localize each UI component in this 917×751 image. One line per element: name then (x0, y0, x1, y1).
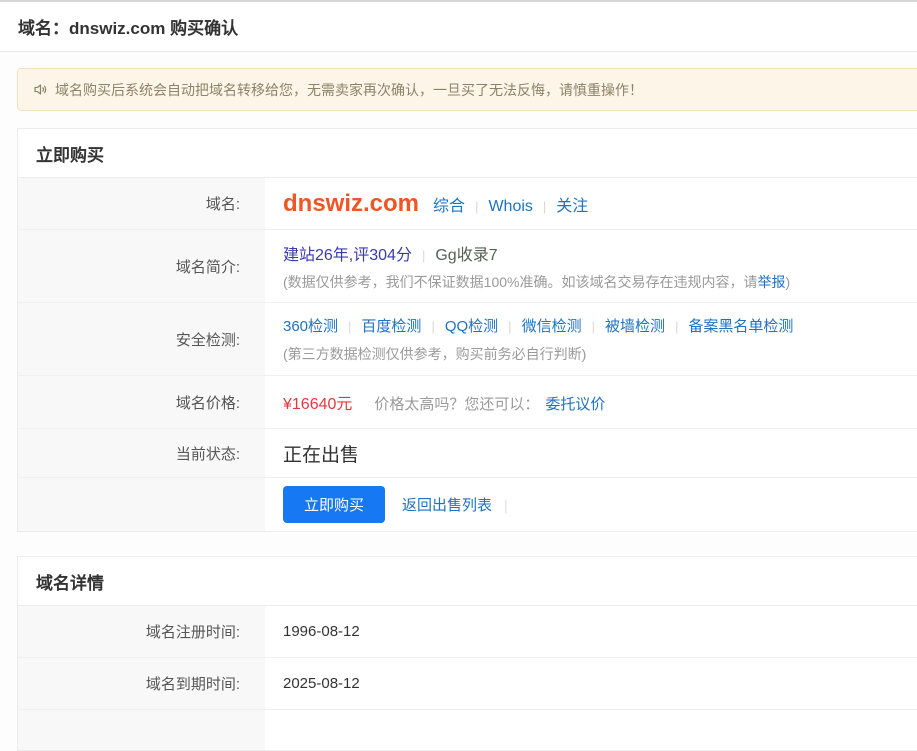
registration-date-cell: 1996-08-12 (265, 606, 917, 657)
security-links: 360检测 | 百度检测 | QQ检测 | 微信检测 | 被墙检测 | 备案黑名单检测 (283, 315, 917, 336)
divider: | (675, 319, 678, 334)
site-age-link[interactable]: 建站26年,评304分 (283, 241, 412, 265)
back-to-list-link[interactable]: 返回出售列表 (402, 494, 492, 515)
divider: | (431, 319, 434, 334)
security-link-2[interactable]: QQ检测 (445, 315, 498, 336)
domain-link-1[interactable]: Whois (488, 198, 532, 216)
actions-cell: 立即购买 返回出售列表 | (265, 478, 917, 531)
security-link-4[interactable]: 被墙检测 (605, 315, 665, 336)
report-link[interactable]: 举报 (757, 272, 785, 292)
domain-value-cell: dnswiz.com 综合 | Whois | 关注 (265, 178, 917, 229)
divider: | (348, 319, 351, 334)
domain-link-0[interactable]: 综合 (433, 192, 465, 216)
status-label: 当前状态: (18, 429, 265, 477)
actions-label-spacer (18, 478, 265, 531)
domain-name: dnswiz.com (283, 190, 419, 218)
divider: | (543, 199, 546, 214)
buy-now-button[interactable]: 立即购买 (283, 486, 385, 523)
speaker-icon (33, 82, 48, 97)
domain-row: 域名: dnswiz.com 综合 | Whois | 关注 (18, 178, 917, 230)
detail-panel-title: 域名详情 (18, 557, 917, 606)
registration-date-value: 1996-08-12 (283, 623, 917, 640)
detail-row-partial (18, 710, 917, 750)
security-link-3[interactable]: 微信检测 (522, 315, 582, 336)
divider: | (592, 319, 595, 334)
domain-label: 域名: (18, 178, 265, 229)
status-value-cell: 正在出售 (265, 429, 917, 477)
domain-links: 综合 | Whois | 关注 (433, 192, 588, 216)
intro-note-suffix: ) (785, 274, 790, 290)
domain-link-2[interactable]: 关注 (556, 192, 588, 216)
registration-date-label: 域名注册时间: (18, 606, 265, 657)
security-link-5[interactable]: 备案黑名单检测 (688, 315, 793, 336)
registration-date-row: 域名注册时间: 1996-08-12 (18, 606, 917, 658)
security-label: 安全检测: (18, 303, 265, 375)
buy-panel: 立即购买 域名: dnswiz.com 综合 | Whois | 关注 域名简介: 建站… (17, 128, 917, 532)
buy-panel-title: 立即购买 (18, 129, 917, 178)
security-link-0[interactable]: 360检测 (283, 315, 338, 336)
expiry-date-label: 域名到期时间: (18, 658, 265, 709)
price-value-cell: ¥16640元 价格太高吗？您还可以： 委托议价 (265, 376, 917, 428)
security-note: (第三方数据检测仅供参考，购买前务必自行判断) (283, 344, 586, 364)
divider: | (422, 248, 425, 263)
divider: | (475, 199, 478, 214)
negotiate-link[interactable]: 委托议价 (545, 393, 605, 414)
intro-row: 域名简介: 建站26年,评304分 | Gg收录7 (数据仅供参考，我们不保证数… (18, 230, 917, 303)
page-header: 域名：dnswiz.com 购买确认 (0, 2, 917, 52)
expiry-date-value: 2025-08-12 (283, 675, 917, 692)
status-value: 正在出售 (283, 440, 917, 467)
intro-note-prefix: (数据仅供参考，我们不保证数据100%准确。如该域名交易存在违规内容，请 (283, 272, 757, 292)
detail-row-partial-label (18, 710, 265, 750)
alert-text: 域名购买后系统会自动把域名转移给您，无需卖家再次确认，一旦买了无法反悔，请慎重操… (55, 80, 643, 100)
actions-row: 立即购买 返回出售列表 | (18, 478, 917, 531)
intro-value-cell: 建站26年,评304分 | Gg收录7 (数据仅供参考，我们不保证数据100%准… (265, 230, 917, 302)
security-value-cell: 360检测 | 百度检测 | QQ检测 | 微信检测 | 被墙检测 | 备案黑名单检测 (第三方数据… (265, 303, 917, 375)
warning-alert: 域名购买后系统会自动把域名转移给您，无需卖家再次确认，一旦买了无法反悔，请慎重操… (17, 68, 917, 111)
page-title: 域名：dnswiz.com 购买确认 (18, 14, 238, 39)
security-link-1[interactable]: 百度检测 (361, 315, 421, 336)
detail-row-partial-cell (265, 710, 917, 750)
price-value: ¥16640元 (283, 390, 352, 414)
expiry-date-row: 域名到期时间: 2025-08-12 (18, 658, 917, 710)
security-row: 安全检测: 360检测 | 百度检测 | QQ检测 | 微信检测 | 被墙检测 | 备案黑名单检测 … (18, 303, 917, 376)
price-label: 域名价格: (18, 376, 265, 428)
expiry-date-cell: 2025-08-12 (265, 658, 917, 709)
divider: | (504, 497, 508, 513)
divider: | (508, 319, 511, 334)
status-row: 当前状态: 正在出售 (18, 429, 917, 478)
price-row: 域名价格: ¥16640元 价格太高吗？您还可以： 委托议价 (18, 376, 917, 429)
detail-panel: 域名详情 域名注册时间: 1996-08-12 域名到期时间: 2025-08-… (17, 556, 917, 751)
price-hint: 价格太高吗？您还可以： (374, 393, 539, 414)
gg-index-text: Gg收录7 (435, 241, 497, 265)
intro-label: 域名简介: (18, 230, 265, 302)
